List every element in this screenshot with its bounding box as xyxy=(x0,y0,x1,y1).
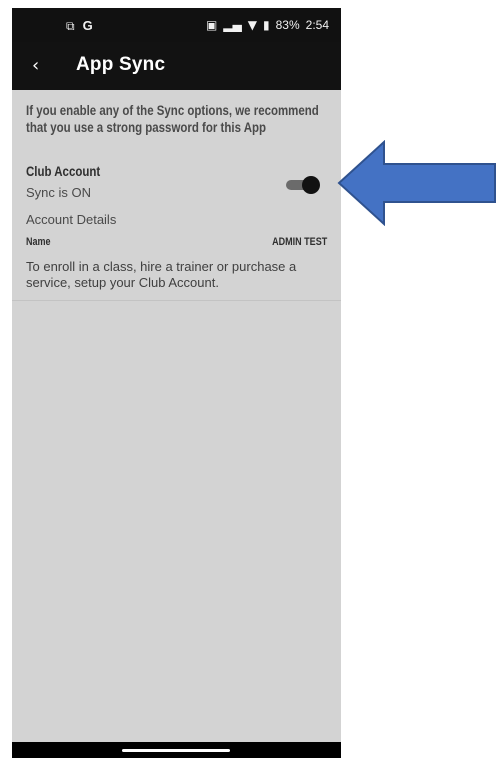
account-details-label: Account Details xyxy=(26,212,117,227)
page-title: App Sync xyxy=(76,54,166,75)
home-indicator[interactable] xyxy=(122,749,230,752)
chevron-left-icon[interactable]: ‹ xyxy=(32,55,39,76)
enroll-instructions: To enroll in a class, hire a trainer or … xyxy=(26,259,297,290)
status-left-icons: ⧉ G xyxy=(66,18,93,33)
section-divider xyxy=(12,300,341,301)
name-value: ADMIN TEST xyxy=(271,236,327,248)
nfc-icon: ▣ xyxy=(205,18,218,32)
battery-percent: 83% xyxy=(275,18,300,32)
toggle-thumb xyxy=(302,176,320,194)
status-right-icons: ▣ ▂▄ ▼ ▮ 83% 2:54 xyxy=(206,18,329,32)
annotation-arrow-icon xyxy=(337,140,496,226)
club-account-label: Club Account xyxy=(26,163,101,179)
phone-screen: ⧉ G ▣ ▂▄ ▼ ▮ 83% 2:54 ‹ App Sync If you … xyxy=(12,8,341,758)
club-account-sync-toggle[interactable] xyxy=(286,175,320,195)
app-bar: ‹ App Sync xyxy=(12,42,341,90)
wifi-icon: ▼ xyxy=(247,18,257,32)
navigation-bar xyxy=(12,742,341,758)
name-label: Name xyxy=(26,236,51,248)
arrow-shape xyxy=(337,140,496,226)
g-icon: G xyxy=(82,18,93,33)
sync-status-text: Sync is ON xyxy=(26,185,92,200)
status-bar: ⧉ G ▣ ▂▄ ▼ ▮ 83% 2:54 xyxy=(12,8,341,42)
clock: 2:54 xyxy=(305,18,329,32)
cast-icon: ⧉ xyxy=(66,18,75,33)
battery-icon: ▮ xyxy=(263,18,270,32)
signal-icon: ▂▄ xyxy=(223,18,242,32)
sync-notice: If you enable any of the Sync options, w… xyxy=(26,102,319,135)
